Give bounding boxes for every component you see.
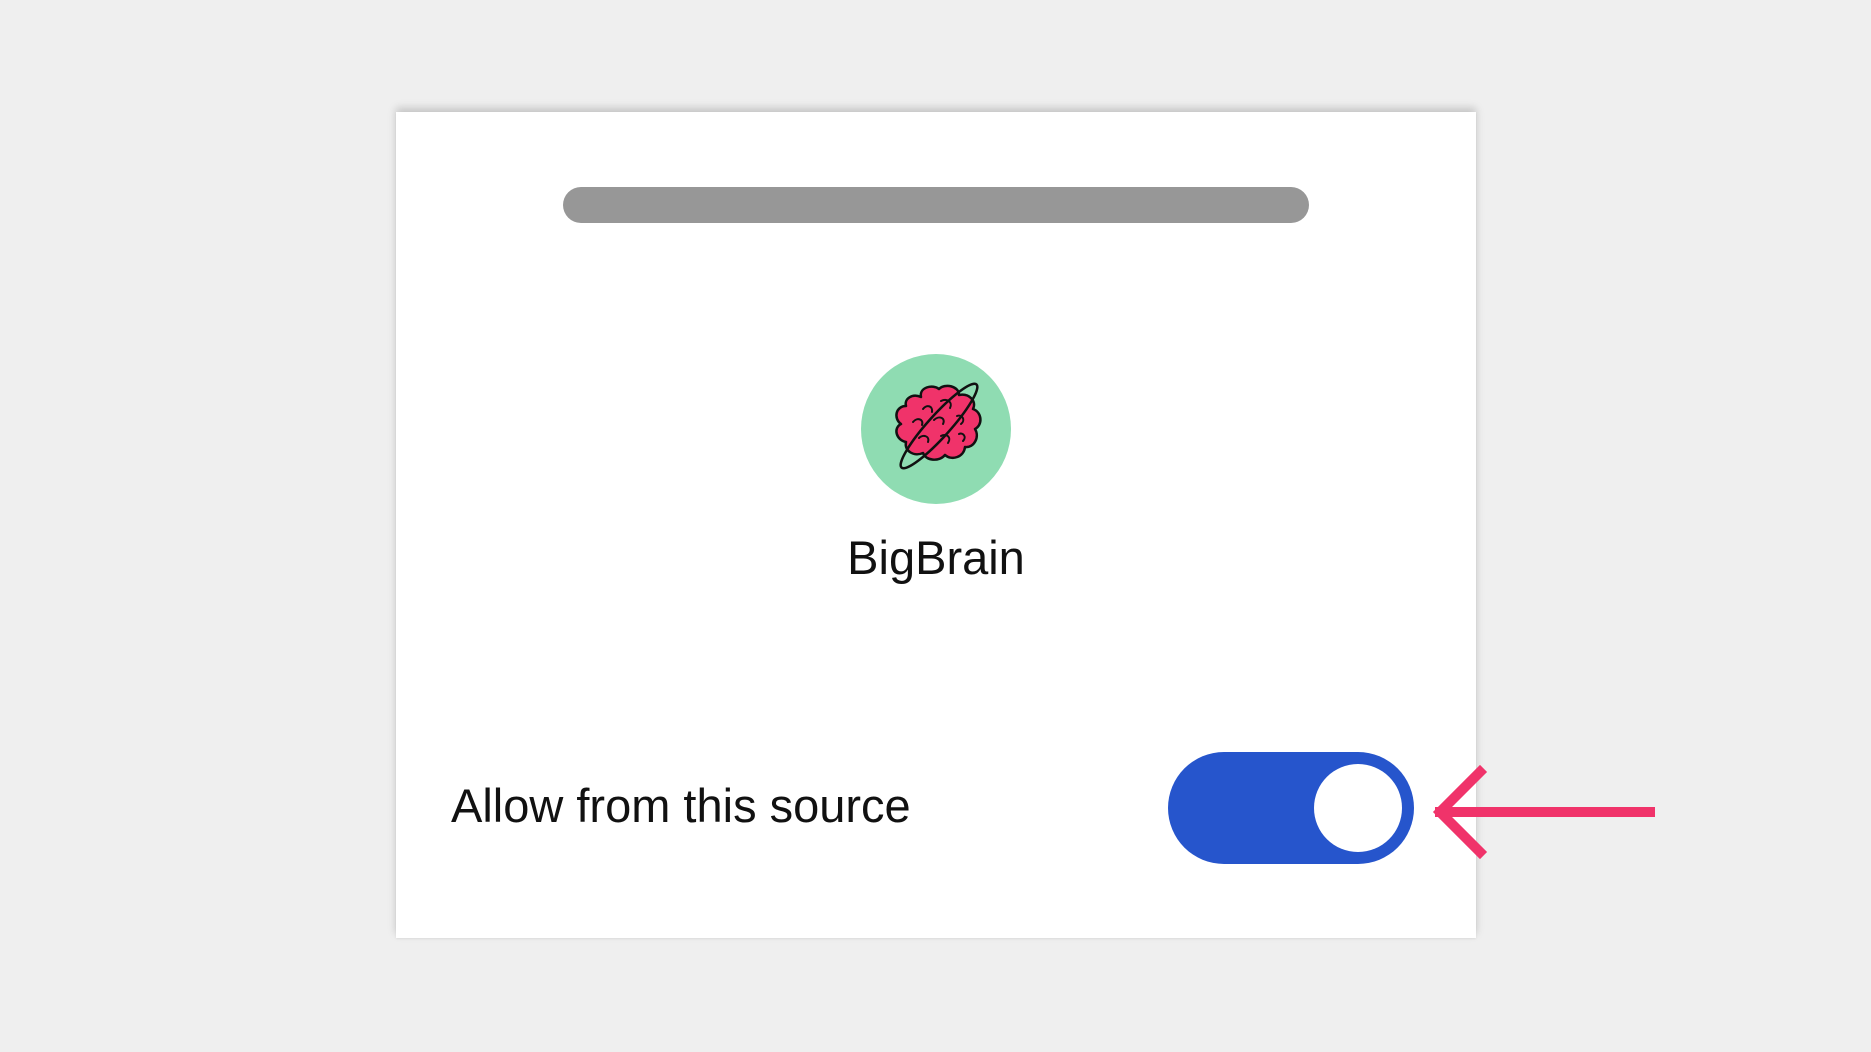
allow-source-label: Allow from this source [451, 779, 911, 832]
annotation-arrow-icon [1432, 764, 1655, 860]
brain-planet-icon [861, 354, 1011, 504]
bottom-sheet: BigBrain Allow from this source [396, 112, 1476, 938]
drag-handle[interactable] [563, 187, 1309, 223]
app-name: BigBrain [847, 531, 1025, 584]
allow-source-toggle[interactable] [1168, 752, 1414, 864]
toggle-knob [1314, 764, 1402, 852]
